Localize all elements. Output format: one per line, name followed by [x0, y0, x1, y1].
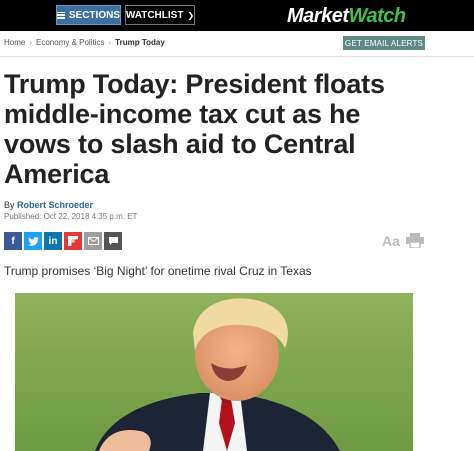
article-photo — [15, 293, 413, 451]
breadcrumb-home[interactable]: Home — [4, 38, 25, 47]
watchlist-label: WATCHLIST — [125, 9, 184, 21]
email-icon[interactable] — [84, 232, 102, 250]
byline: By Robert Schroeder — [4, 200, 93, 210]
watchlist-button[interactable]: WATCHLIST ❯ — [125, 5, 195, 25]
breadcrumb-trump-today[interactable]: Trump Today — [115, 38, 165, 47]
comment-icon[interactable] — [104, 232, 122, 250]
marketwatch-logo[interactable]: Market Watch — [287, 4, 406, 28]
flipboard-icon[interactable] — [64, 232, 82, 250]
linkedin-icon[interactable]: in — [44, 232, 62, 250]
menu-icon — [57, 11, 65, 19]
breadcrumb: Home › Economy & Politics › Trump Today — [4, 38, 165, 47]
published-timestamp: Published: Oct 22, 2018 4:35 p.m. ET — [4, 212, 138, 221]
sections-button[interactable]: SECTIONS — [56, 5, 121, 25]
sections-label: SECTIONS — [68, 9, 120, 21]
breadcrumb-economy-politics[interactable]: Economy & Politics — [36, 38, 104, 47]
breadcrumb-separator: › — [29, 38, 33, 47]
article-headline: Trump Today: President floats middle-inc… — [4, 69, 385, 189]
chevron-right-icon: ❯ — [187, 10, 195, 20]
get-email-alerts-button[interactable]: GET EMAIL ALERTS — [343, 36, 425, 50]
breadcrumb-bar: Home › Economy & Politics › Trump Today … — [0, 31, 474, 57]
article-subheadline: Trump promises ‘Big Night’ for onetime r… — [4, 264, 312, 278]
share-toolbar: f in — [4, 232, 122, 250]
facebook-icon[interactable]: f — [4, 232, 22, 250]
print-icon[interactable] — [406, 233, 424, 248]
breadcrumb-separator: › — [108, 38, 112, 47]
trump-photo-illustration — [15, 293, 413, 451]
top-navigation-bar: SECTIONS WATCHLIST ❯ Market Watch — [0, 0, 474, 31]
font-size-button[interactable]: Aa — [382, 233, 400, 249]
author-link[interactable]: Robert Schroeder — [17, 200, 93, 210]
byline-prefix: By — [4, 200, 15, 210]
twitter-icon[interactable] — [24, 232, 42, 250]
